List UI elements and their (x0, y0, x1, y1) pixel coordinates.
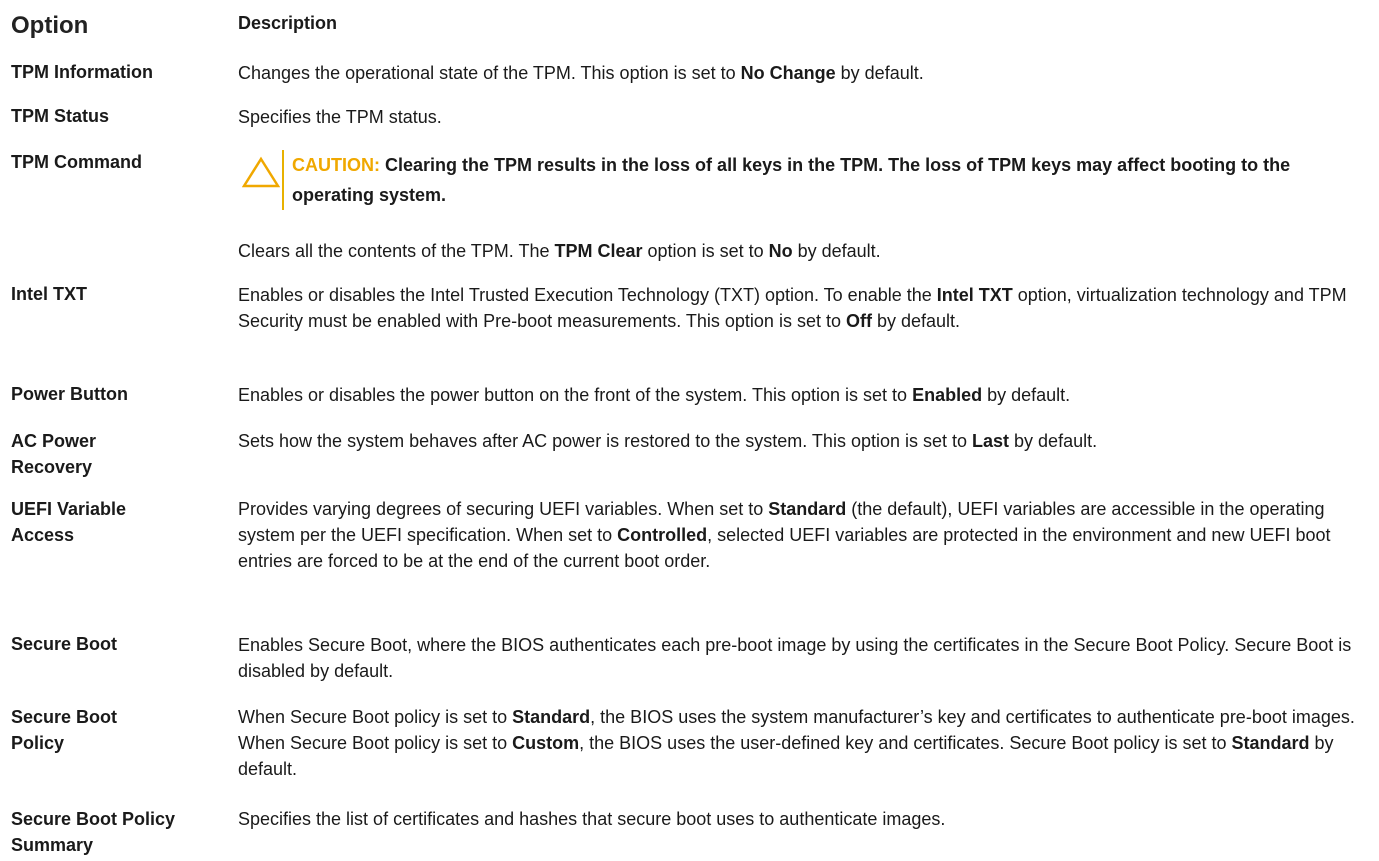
caution-bar (282, 150, 284, 210)
option-description: When Secure Boot policy is set to Standa… (238, 707, 1355, 779)
caution-note: CAUTION: Clearing the TPM results in the… (238, 150, 1368, 210)
option-name: Secure Boot Policy (11, 707, 118, 753)
option-name: TPM Information (11, 62, 153, 82)
caution-label: CAUTION: (292, 155, 380, 175)
option-description: Specifies the TPM status. (238, 107, 442, 127)
option-name: UEFI Variable Access (11, 499, 127, 545)
table-header: Option Description (0, 10, 1379, 46)
option-description: Clears all the contents of the TPM. The … (238, 241, 881, 261)
option-name: AC Power Recovery (11, 431, 97, 477)
description-column-header: Description (238, 13, 338, 33)
option-name: Power Button (11, 384, 128, 404)
option-column-header: Option (11, 12, 89, 39)
option-name: TPM Status (11, 106, 110, 126)
option-description: Enables Secure Boot, where the BIOS auth… (238, 635, 1352, 681)
option-name: Secure Boot (11, 634, 118, 654)
option-description: Specifies the list of certificates and h… (238, 809, 946, 829)
warning-triangle-icon (242, 156, 280, 188)
option-description: Enables or disables the Intel Trusted Ex… (238, 285, 1347, 331)
option-description: Changes the operational state of the TPM… (238, 63, 924, 83)
option-name: TPM Command (11, 152, 143, 172)
option-description: Sets how the system behaves after AC pow… (238, 431, 1098, 451)
caution-text: CAUTION: Clearing the TPM results in the… (292, 155, 1291, 205)
option-name: Intel TXT (11, 284, 87, 304)
option-description: Provides varying degrees of securing UEF… (238, 499, 1331, 571)
option-description: Enables or disables the power button on … (238, 385, 1071, 405)
option-name: Secure Boot Policy Summary (11, 809, 176, 855)
